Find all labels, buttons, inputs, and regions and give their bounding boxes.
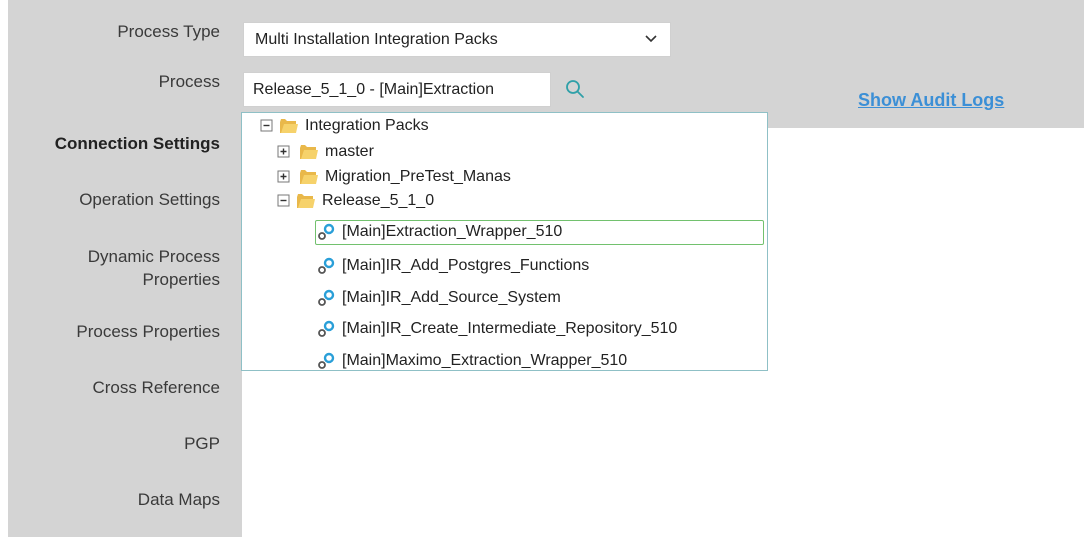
nav-cross-reference[interactable]: Cross Reference [92, 378, 220, 398]
tree-process-label: [Main]IR_Add_Source_System [342, 289, 561, 306]
show-audit-logs-link[interactable]: Show Audit Logs [858, 90, 1004, 111]
process-label: Process [158, 72, 220, 91]
collapse-icon[interactable] [260, 119, 274, 133]
folder-icon [300, 170, 318, 184]
process-gear-icon [318, 289, 335, 306]
process-gear-icon [318, 320, 335, 337]
tree-process-item[interactable]: [Main]Extraction_Wrapper_510 [316, 221, 562, 243]
nav-dynamic-process-properties-line1: Dynamic Process [87, 247, 220, 266]
tree-process-label: [Main]Extraction_Wrapper_510 [342, 223, 563, 240]
collapse-icon[interactable] [277, 194, 291, 208]
folder-icon [297, 194, 315, 208]
process-type-value: Multi Installation Integration Packs [255, 30, 498, 48]
nav-operation-settings[interactable]: Operation Settings [79, 190, 220, 210]
chevron-down-icon [645, 35, 657, 43]
tree-process-item[interactable]: [Main]IR_Add_Postgres_Functions [316, 255, 589, 277]
tree-folder-label: master [325, 143, 374, 160]
tree-process-item[interactable]: [Main]Maximo_Extraction_Wrapper_510 [316, 350, 627, 372]
tree-folder-label: Migration_PreTest_Manas [325, 168, 511, 185]
tree-process-label: [Main]IR_Add_Postgres_Functions [342, 257, 590, 274]
search-icon[interactable] [564, 78, 586, 100]
process-gear-icon [318, 352, 335, 369]
nav-pgp[interactable]: PGP [184, 434, 220, 454]
tree-folder-item[interactable]: Migration_PreTest_Manas [277, 166, 511, 188]
tree-process-item[interactable]: [Main]IR_Create_Intermediate_Repository_… [316, 318, 677, 340]
nav-connection-settings[interactable]: Connection Settings [55, 134, 220, 154]
tree-folder-label: Release_5_1_0 [322, 192, 435, 209]
tree-folder-item[interactable]: Release_5_1_0 [277, 190, 434, 212]
process-gear-icon [318, 257, 335, 274]
nav-dynamic-process-properties[interactable]: Dynamic Process Properties [88, 245, 220, 291]
process-type-label: Process Type [117, 22, 220, 41]
process-gear-icon [318, 223, 335, 240]
folder-icon [280, 119, 298, 133]
tree-node-root[interactable]: Integration Packs [260, 115, 429, 137]
tree-folder-item[interactable]: master [277, 141, 374, 163]
expand-icon[interactable] [277, 170, 291, 184]
tree-process-label: [Main]IR_Create_Intermediate_Repository_… [342, 320, 678, 337]
nav-dynamic-process-properties-line2: Properties [142, 270, 220, 289]
expand-icon[interactable] [277, 145, 291, 159]
tree-node-root-label: Integration Packs [305, 117, 429, 134]
nav-process-properties[interactable]: Process Properties [76, 322, 220, 342]
tree-process-label: [Main]Maximo_Extraction_Wrapper_510 [342, 352, 628, 369]
folder-icon [300, 145, 318, 159]
tree-process-item[interactable]: [Main]IR_Add_Source_System [316, 287, 561, 309]
process-input-value: Release_5_1_0 - [Main]Extraction [253, 80, 495, 98]
nav-data-maps[interactable]: Data Maps [138, 490, 220, 510]
process-input[interactable]: Release_5_1_0 - [Main]Extraction [243, 72, 551, 107]
process-type-select[interactable]: Multi Installation Integration Packs [243, 22, 671, 57]
